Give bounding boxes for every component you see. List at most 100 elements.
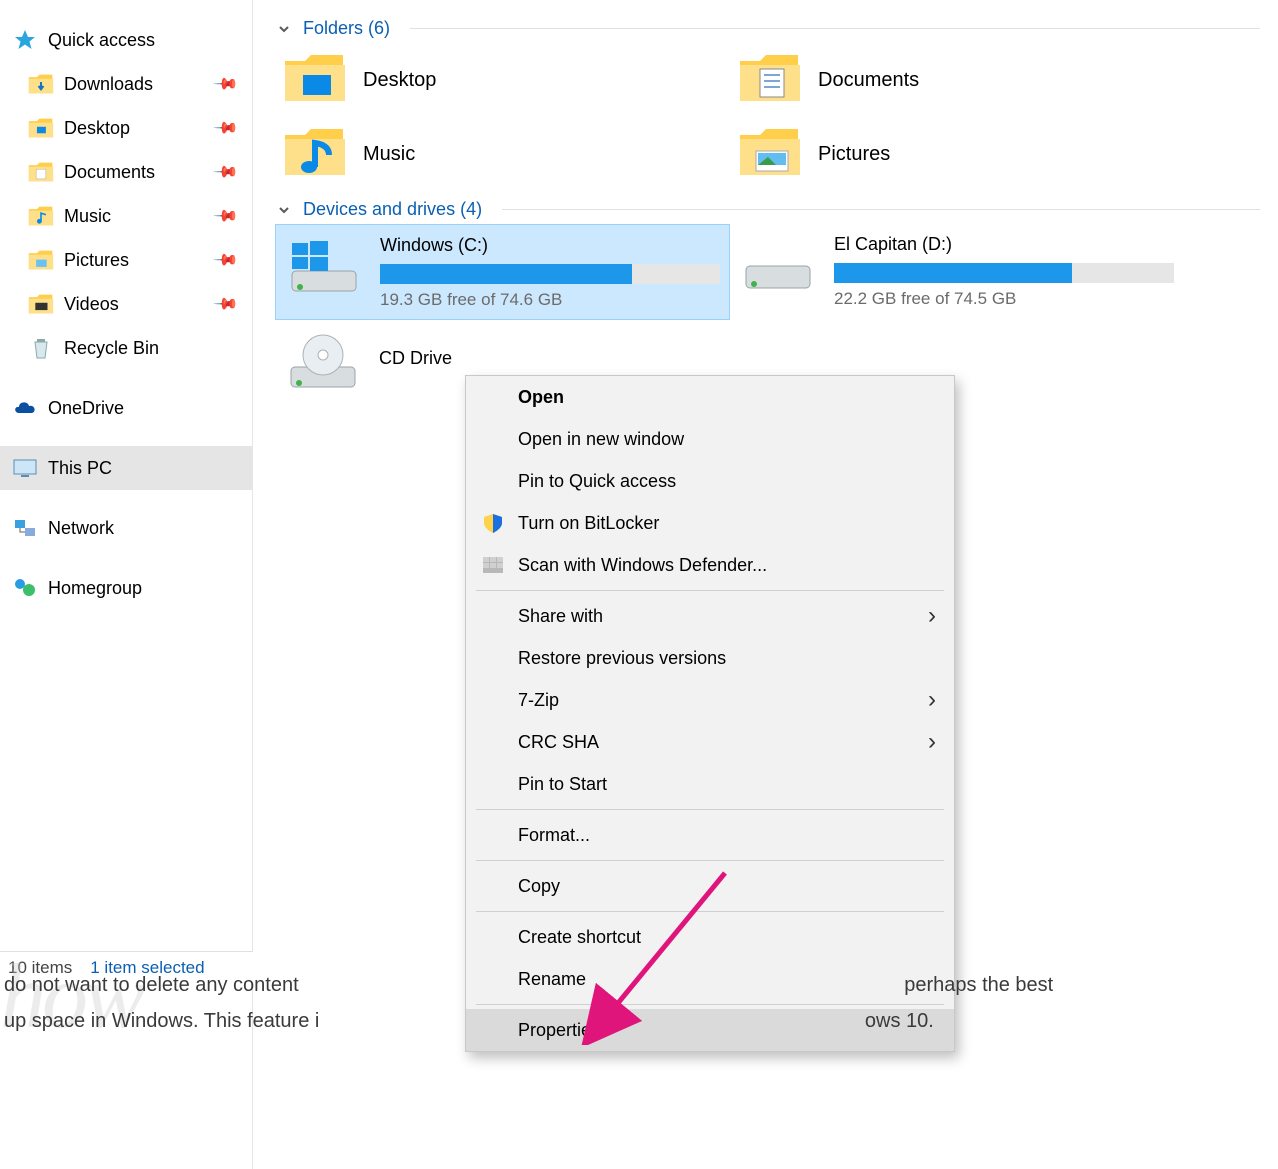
folder-music[interactable]: Music — [275, 117, 730, 191]
folder-desktop[interactable]: Desktop — [275, 43, 730, 117]
cm-label: Scan with Windows Defender... — [518, 555, 767, 576]
section-drives-header[interactable]: Devices and drives (4) — [253, 191, 1278, 224]
cm-label: 7-Zip — [518, 690, 559, 711]
sidebar-item-label: Music — [64, 206, 111, 227]
section-drives-count: (4) — [460, 199, 482, 219]
sidebar-item-pictures[interactable]: Pictures 📌 — [0, 238, 252, 282]
cm-separator — [476, 590, 944, 591]
sidebar-item-label: Network — [48, 518, 114, 539]
sidebar-item-label: This PC — [48, 458, 112, 479]
recycle-bin-icon — [28, 335, 54, 361]
background-caption: do not want to delete any content perhap… — [0, 967, 1278, 1039]
sidebar-item-label: Desktop — [64, 118, 130, 139]
cm-label: Open in new window — [518, 429, 684, 450]
cm-7zip[interactable]: 7-Zip › — [466, 679, 954, 721]
shield-icon — [480, 510, 506, 536]
this-pc-icon — [12, 455, 38, 481]
sidebar-quick-access-label: Quick access — [48, 30, 155, 51]
cm-create-shortcut[interactable]: Create shortcut — [466, 916, 954, 958]
sidebar-item-recyclebin[interactable]: Recycle Bin — [0, 326, 252, 370]
section-rule — [502, 209, 1260, 210]
sidebar-item-label: Recycle Bin — [64, 338, 159, 359]
drive-usage-bar — [380, 264, 720, 284]
section-rule — [410, 28, 1260, 29]
chevron-down-icon — [275, 22, 293, 36]
folder-label: Music — [363, 143, 415, 166]
cm-windows-defender[interactable]: Scan with Windows Defender... — [466, 544, 954, 586]
chevron-right-icon: › — [928, 686, 936, 714]
cm-bitlocker[interactable]: Turn on BitLocker — [466, 502, 954, 544]
folder-desktop-icon — [283, 51, 347, 109]
cm-label: Share with — [518, 606, 603, 627]
cm-crc-sha[interactable]: CRC SHA› — [466, 721, 954, 763]
sidebar-item-music[interactable]: Music 📌 — [0, 194, 252, 238]
onedrive-icon — [12, 395, 38, 421]
section-folders-header[interactable]: Folders (6) — [253, 10, 1278, 43]
drive-el-capitan-d[interactable]: El Capitan (D:) 22.2 GB free of 74.5 GB — [730, 224, 1185, 320]
sidebar-item-label: Videos — [64, 294, 119, 315]
sidebar-item-desktop[interactable]: Desktop 📌 — [0, 106, 252, 150]
pin-icon: 📌 — [212, 158, 240, 186]
cm-separator — [476, 809, 944, 810]
sidebar-quick-access[interactable]: Quick access — [0, 18, 252, 62]
folder-pictures-icon — [28, 247, 54, 273]
cm-label: Copy — [518, 876, 560, 897]
cm-separator — [476, 860, 944, 861]
sidebar-homegroup[interactable]: Homegroup — [0, 566, 252, 610]
defender-icon — [480, 552, 506, 578]
pin-icon: 📌 — [212, 290, 240, 318]
folder-label: Desktop — [363, 69, 436, 92]
sidebar-item-videos[interactable]: Videos 📌 — [0, 282, 252, 326]
folder-documents-icon — [738, 51, 802, 109]
drive-usage-bar — [834, 263, 1174, 283]
section-drives-title: Devices and drives — [303, 199, 455, 219]
cm-label: CRC SHA — [518, 732, 599, 753]
drive-label: Windows (C:) — [380, 235, 721, 256]
folder-label: Documents — [818, 69, 919, 92]
cm-label: Pin to Start — [518, 774, 607, 795]
chevron-right-icon: › — [928, 602, 936, 630]
drive-label: CD Drive — [379, 348, 722, 369]
cm-share-with[interactable]: Share with › — [466, 595, 954, 637]
network-icon — [12, 515, 38, 541]
folder-desktop-icon — [28, 115, 54, 141]
cm-copy[interactable]: Copy — [466, 865, 954, 907]
drive-windows-c[interactable]: Windows (C:) 19.3 GB free of 74.6 GB — [275, 224, 730, 320]
sidebar-onedrive[interactable]: OneDrive — [0, 386, 252, 430]
sidebar-item-label: Documents — [64, 162, 155, 183]
drive-label: El Capitan (D:) — [834, 234, 1177, 255]
folder-documents-icon — [28, 159, 54, 185]
folder-music-icon — [283, 125, 347, 183]
chevron-down-icon — [275, 203, 293, 217]
drive-free-text: 19.3 GB free of 74.6 GB — [380, 290, 721, 310]
section-folders-count: (6) — [368, 18, 390, 38]
pin-icon: 📌 — [212, 70, 240, 98]
folder-music-icon — [28, 203, 54, 229]
cm-separator — [476, 911, 944, 912]
pin-icon: 📌 — [212, 246, 240, 274]
cm-pin-quick-access[interactable]: Pin to Quick access — [466, 460, 954, 502]
folder-pictures-icon — [738, 125, 802, 183]
sidebar-item-documents[interactable]: Documents 📌 — [0, 150, 252, 194]
cm-restore-previous[interactable]: Restore previous versions — [466, 637, 954, 679]
pin-icon: 📌 — [212, 114, 240, 142]
folder-documents[interactable]: Documents — [730, 43, 1185, 117]
cm-label: Turn on BitLocker — [518, 513, 659, 534]
sidebar-this-pc[interactable]: This PC — [0, 446, 252, 490]
section-folders-title: Folders — [303, 18, 363, 38]
cm-format[interactable]: Format... — [466, 814, 954, 856]
sidebar-item-label: OneDrive — [48, 398, 124, 419]
sidebar-item-label: Pictures — [64, 250, 129, 271]
drive-icon — [738, 232, 818, 300]
cm-pin-start[interactable]: Pin to Start — [466, 763, 954, 805]
folder-pictures[interactable]: Pictures — [730, 117, 1185, 191]
sidebar-network[interactable]: Network — [0, 506, 252, 550]
sidebar-item-label: Downloads — [64, 74, 153, 95]
folder-videos-icon — [28, 291, 54, 317]
cm-open-new-window[interactable]: Open in new window — [466, 418, 954, 460]
cm-open[interactable]: Open — [466, 376, 954, 418]
cd-drive-icon — [283, 328, 363, 396]
windows-drive-icon — [284, 233, 364, 301]
cm-label: Create shortcut — [518, 927, 641, 948]
sidebar-item-downloads[interactable]: Downloads 📌 — [0, 62, 252, 106]
